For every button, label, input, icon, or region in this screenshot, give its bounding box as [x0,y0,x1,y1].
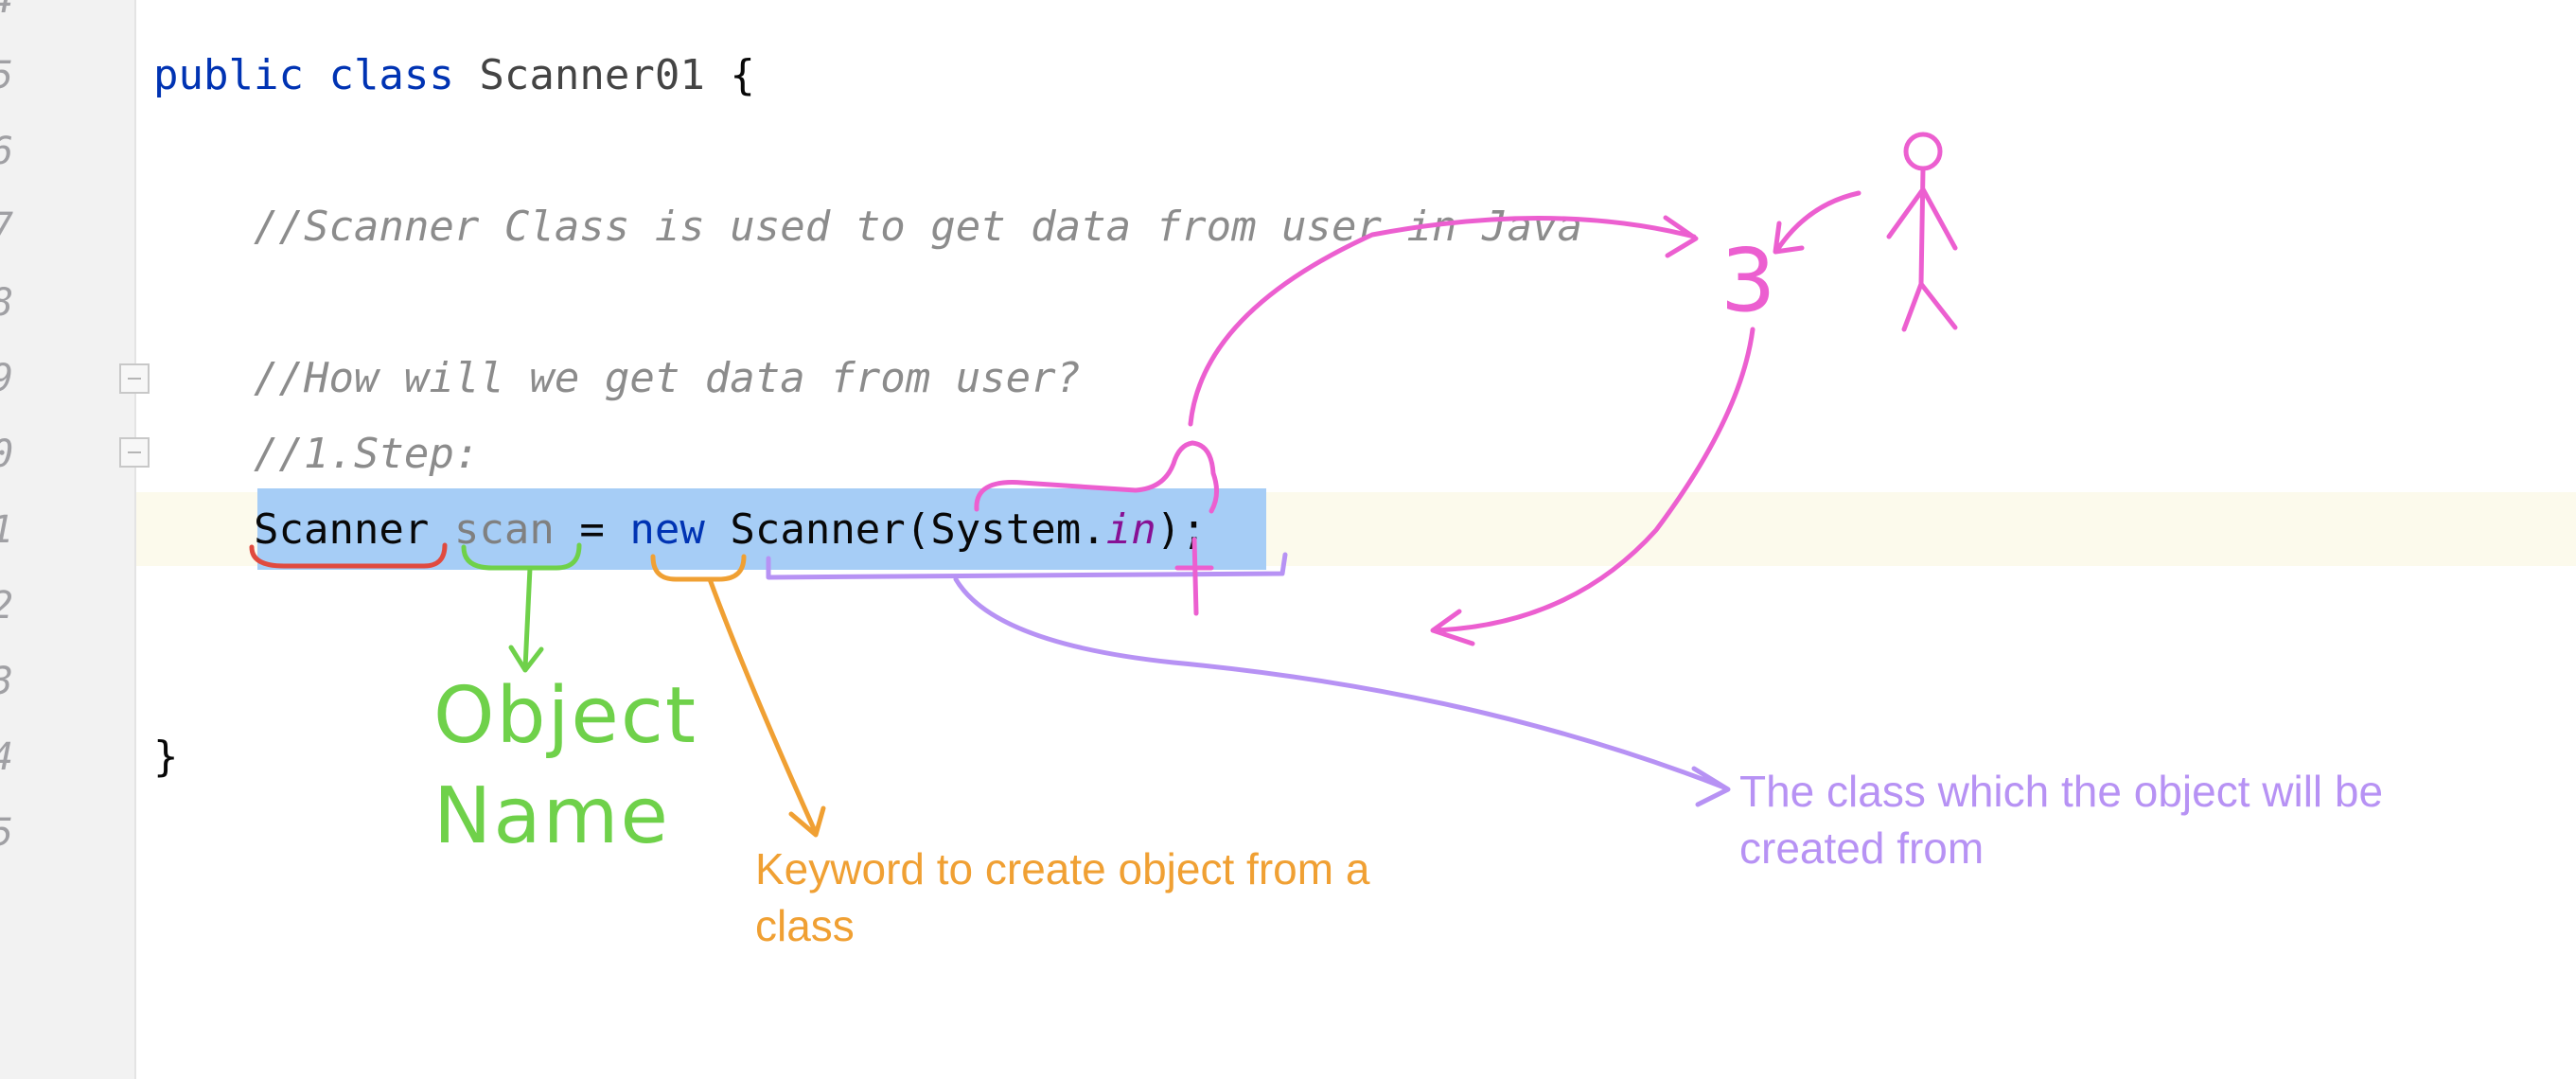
arrow-label-to-result [1430,327,1756,646]
handwritten-annotations: 3 Object Name Keyword to create object f… [0,0,2576,1079]
object-name-line1: Object [433,671,698,761]
stick-figure-icon [1886,132,1958,332]
class-note: The class which the object will be creat… [1739,767,2384,873]
keyword-note: Keyword to create object from a class [755,844,1370,950]
underline-type-scanner [249,542,448,569]
arrow-person-to-label [1773,190,1861,255]
brace-system-in [974,440,1219,514]
arrow-to-keyword-note [707,576,826,838]
underline-keyword-new [650,554,747,582]
arrow-from-in-to-label [1188,215,1699,427]
object-name-line2: Name [433,771,670,861]
arrow-to-class-note [953,576,1731,807]
underline-variable-scan [461,542,582,571]
handwritten-number: 3 [1720,230,1778,331]
arrow-to-object-name [508,565,544,673]
